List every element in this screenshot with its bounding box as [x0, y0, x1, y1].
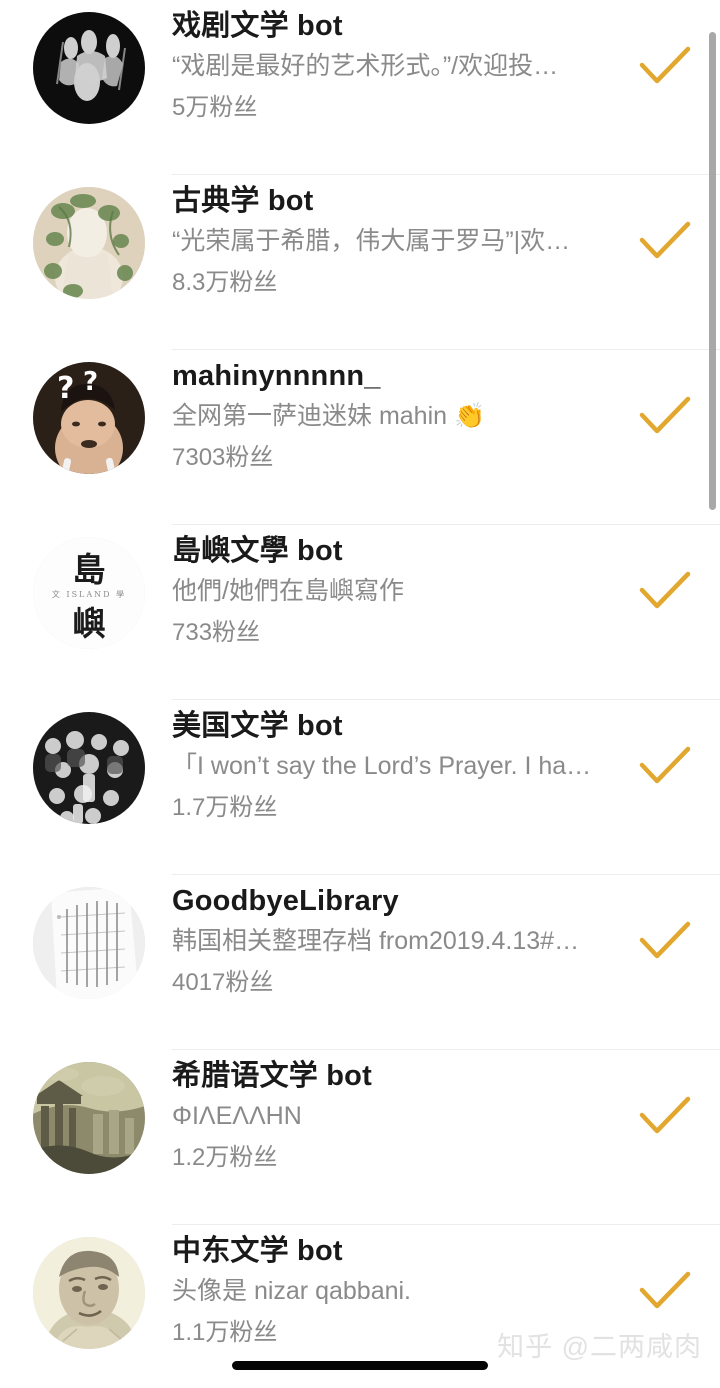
user-name: 美国文学 bot — [172, 710, 343, 742]
check-icon[interactable] — [636, 1268, 694, 1314]
list-item[interactable]: 島 文 ISLAND 學 嶼 島嶼文學 bot 他們/她們在島嶼寫作 733粉丝 — [0, 525, 720, 700]
avatar[interactable]: 島 文 ISLAND 學 嶼 — [33, 537, 145, 649]
check-icon[interactable] — [636, 568, 694, 614]
list-item-text: 戏剧文学 bot “戏剧是最好的艺术形式。”/欢迎投… 5万粉丝 — [172, 6, 600, 128]
user-followers: 1.2万粉丝 — [172, 1144, 278, 1171]
avatar[interactable] — [33, 1237, 145, 1349]
user-bio: 头像是 nizar qabbani. — [172, 1277, 412, 1305]
check-icon[interactable] — [636, 918, 694, 964]
user-name: 希腊语文学 bot — [172, 1060, 372, 1092]
check-icon[interactable] — [636, 393, 694, 439]
screen-root: 戏剧文学 bot “戏剧是最好的艺术形式。”/欢迎投… 5万粉丝 古典学 bot… — [0, 0, 720, 1388]
avatar[interactable]: ? ? — [33, 362, 145, 474]
list-item[interactable]: 戏剧文学 bot “戏剧是最好的艺术形式。”/欢迎投… 5万粉丝 — [0, 0, 720, 175]
list-item-text: 古典学 bot “光荣属于希腊，伟大属于罗马”|欢… 8.3万粉丝 — [172, 181, 600, 303]
home-indicator[interactable] — [232, 1361, 488, 1370]
user-followers: 7303粉丝 — [172, 444, 274, 471]
island-logo-bottom-char: 嶼 — [72, 604, 106, 643]
user-followers: 1.7万粉丝 — [172, 794, 278, 821]
list-item-text: 島嶼文學 bot 他們/她們在島嶼寫作 733粉丝 — [172, 531, 600, 653]
user-bio: 全网第一萨迪迷妹 mahin 👏 — [172, 402, 486, 430]
check-icon[interactable] — [636, 743, 694, 789]
list-item-text: 美国文学 bot 「I won’t say the Lord’s Prayer.… — [172, 706, 600, 828]
island-literature-logo-icon: 島 文 ISLAND 學 嶼 — [33, 537, 145, 649]
island-logo-top-char: 島 — [72, 550, 106, 589]
user-followers: 8.3万粉丝 — [172, 269, 278, 296]
user-bio: “光荣属于希腊，伟大属于罗马”|欢… — [172, 227, 571, 255]
user-name: 戏剧文学 bot — [172, 10, 343, 42]
list-item-text: 希腊语文学 bot ΦΙΛΕΛΛΗΝ 1.2万粉丝 — [172, 1056, 600, 1178]
user-followers: 5万粉丝 — [172, 94, 258, 121]
list-item-text: mahinynnnnn_ 全网第一萨迪迷妹 mahin 👏 7303粉丝 — [172, 356, 600, 478]
user-bio: “戏剧是最好的艺术形式。”/欢迎投… — [172, 52, 559, 80]
avatar[interactable] — [33, 887, 145, 999]
group-portrait-photo-icon — [33, 712, 145, 824]
user-bio: 韩国相关整理存档 from2019.4.13#… — [172, 927, 580, 955]
list-item[interactable]: GoodbyeLibrary 韩国相关整理存档 from2019.4.13#… … — [0, 875, 720, 1050]
classical-bust-photo-icon — [33, 187, 145, 299]
list-item[interactable]: 美国文学 bot 「I won’t say the Lord’s Prayer.… — [0, 700, 720, 875]
user-name: 古典学 bot — [172, 185, 314, 217]
user-list: 戏剧文学 bot “戏剧是最好的艺术形式。”/欢迎投… 5万粉丝 古典学 bot… — [0, 0, 720, 1388]
list-item-text: GoodbyeLibrary 韩国相关整理存档 from2019.4.13#… … — [172, 881, 600, 1003]
user-bio: ΦΙΛΕΛΛΗΝ — [172, 1102, 302, 1130]
user-bio: 「I won’t say the Lord’s Prayer. I ha… — [172, 752, 592, 780]
avatar[interactable] — [33, 712, 145, 824]
check-icon[interactable] — [636, 1093, 694, 1139]
watermark: 知乎 @二两咸肉 — [497, 1332, 702, 1362]
user-followers: 4017粉丝 — [172, 969, 274, 996]
user-name: 島嶼文學 bot — [172, 535, 343, 567]
drama-theatre-photo-icon — [33, 12, 145, 124]
check-icon[interactable] — [636, 218, 694, 264]
user-followers: 733粉丝 — [172, 619, 261, 646]
user-name: mahinynnnnn_ — [172, 360, 381, 392]
list-item[interactable]: 古典学 bot “光荣属于希腊，伟大属于罗马”|欢… 8.3万粉丝 — [0, 175, 720, 350]
check-icon[interactable] — [636, 43, 694, 89]
list-item[interactable]: ? ? mahinynnnnn_ 全网第一萨迪迷妹 mahin 👏 7303粉丝 — [0, 350, 720, 525]
list-item[interactable]: 希腊语文学 bot ΦΙΛΕΛΛΗΝ 1.2万粉丝 — [0, 1050, 720, 1225]
korean-text-page-photo-icon — [33, 887, 145, 999]
user-name: GoodbyeLibrary — [172, 885, 399, 917]
avatar[interactable] — [33, 1062, 145, 1174]
svg-text:?: ? — [83, 367, 98, 397]
person-question-marks-photo-icon: ? ? — [33, 362, 145, 474]
user-name: 中东文学 bot — [172, 1235, 343, 1267]
scrollbar[interactable] — [709, 0, 720, 1388]
scrollbar-thumb[interactable] — [709, 32, 716, 510]
user-bio: 他們/她們在島嶼寫作 — [172, 577, 404, 605]
svg-text:?: ? — [57, 371, 74, 406]
greek-ruins-engraving-photo-icon — [33, 1062, 145, 1174]
avatar[interactable] — [33, 12, 145, 124]
avatar[interactable] — [33, 187, 145, 299]
nizar-qabbani-portrait-photo-icon — [33, 1237, 145, 1349]
